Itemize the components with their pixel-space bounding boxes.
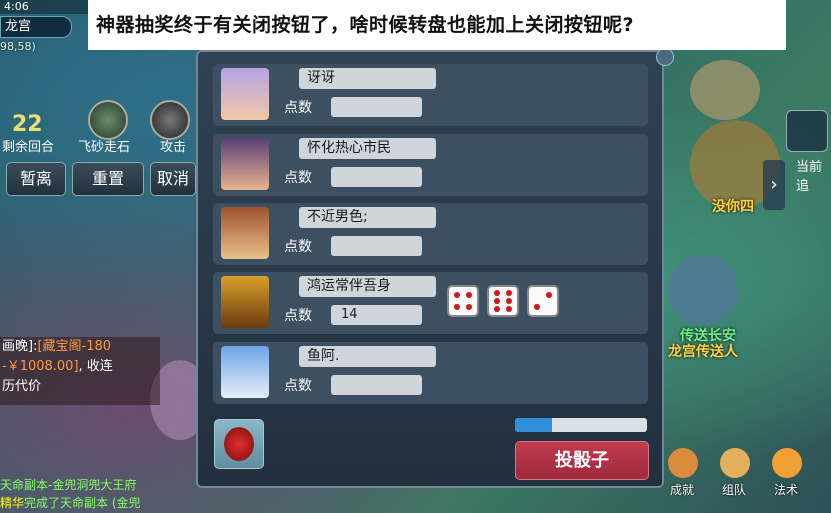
system-chat-line2: 完成了天命副本 (金兜: [24, 496, 141, 510]
die-pip: [453, 291, 460, 298]
score-value: [331, 236, 422, 256]
die-pip: [506, 298, 513, 304]
close-icon[interactable]: [656, 48, 674, 66]
skill-sandstorm-icon[interactable]: [88, 100, 128, 140]
score-label: 点数: [284, 170, 312, 186]
map-name-label: 龙宫: [5, 19, 32, 34]
attack-label: 攻击: [160, 140, 187, 155]
die-pip: [493, 290, 500, 297]
score-label: 点数: [284, 378, 312, 394]
coordinates: 98,58): [0, 40, 36, 53]
team-icon[interactable]: [720, 448, 750, 478]
die-pip: [493, 305, 500, 312]
player-avatar: [221, 346, 269, 398]
clock: 4:06: [4, 0, 29, 13]
die-pip: [506, 305, 513, 312]
spell-icon[interactable]: [772, 448, 802, 478]
player-row: 不近男色; 点数: [213, 203, 648, 265]
die-pip: [493, 298, 500, 304]
player-avatar: [221, 138, 269, 190]
achievement-icon[interactable]: [668, 448, 698, 478]
chat-item-link[interactable]: [藏宝阁-180: [37, 339, 111, 354]
map-name[interactable]: 龙宫: [0, 16, 72, 38]
team-label: 组队: [722, 483, 747, 497]
die-pip: [546, 291, 553, 298]
player-name: 不近男色;: [299, 207, 436, 228]
score-label: 点数: [284, 239, 312, 255]
current-quest-label: 当前追: [796, 160, 823, 194]
rounds-remaining-label: 剩余回合: [2, 140, 55, 155]
chat-message[interactable]: 画晚]:[藏宝阁-180 -￥1008.00], 收连 历代价: [0, 337, 160, 405]
die-pip: [466, 291, 473, 298]
score-label: 点数: [284, 100, 312, 116]
chat-text-line3: 历代价: [2, 379, 42, 394]
system-chat: 天命副本-金兜洞兜大王府 精华完成了天命副本 (金兜: [0, 476, 190, 512]
chat-price-link[interactable]: -￥1008.00]: [2, 359, 79, 374]
score-value: [331, 375, 422, 395]
cancel-button[interactable]: 取消: [150, 162, 196, 196]
die-2: [487, 285, 519, 317]
player-name: 鱼阿.: [299, 346, 436, 367]
progress-fill: [515, 418, 552, 432]
item-slot[interactable]: [214, 419, 264, 469]
character-sprite[interactable]: [690, 60, 760, 120]
spell-label: 法术: [774, 483, 799, 497]
player-row: 鸿运常伴吾身 点数 14: [213, 272, 648, 334]
afk-button[interactable]: 暂离: [6, 162, 66, 196]
system-chat-channel: 精华: [0, 496, 25, 510]
player-avatar: [221, 207, 269, 259]
die-pip: [506, 290, 513, 297]
player-avatar: [221, 276, 269, 328]
chat-text: , 收连: [78, 359, 113, 374]
roll-dice-button[interactable]: 投骰子: [515, 441, 649, 480]
achievement-label: 成就: [670, 483, 695, 497]
die-pip: [466, 304, 473, 311]
expand-arrow-icon[interactable]: ›: [763, 160, 785, 210]
player-row: 怀化热心市民 点数: [213, 134, 648, 196]
rounds-remaining-value: 22: [12, 112, 43, 137]
player-name: 鸿运常伴吾身: [299, 276, 436, 297]
skill-sandstorm-label: 飞砂走石: [78, 140, 131, 155]
player-row: 讶讶 点数: [213, 64, 648, 126]
score-value: [331, 97, 422, 117]
player-row: 鱼阿. 点数: [213, 342, 648, 404]
teleport-npc-sprite[interactable]: [668, 255, 738, 325]
caption-banner: 神器抽奖终于有关闭按钮了，啥时候转盘也能加上关闭按钮呢?: [88, 0, 786, 50]
die-pip: [453, 304, 460, 311]
reset-button[interactable]: 重置: [72, 162, 144, 196]
player-avatar: [221, 68, 269, 120]
player-name: 怀化热心市民: [299, 138, 436, 159]
die-1: [447, 285, 479, 317]
score-value: 14: [331, 305, 422, 325]
npc-name-1: 没你四: [712, 199, 754, 215]
die-3: [527, 285, 559, 317]
npc-name-2: 龙宫传送人: [668, 344, 738, 360]
die-pip: [533, 304, 540, 311]
status-bar: 4:06: [0, 0, 94, 14]
red-seal-icon: [224, 427, 254, 461]
score-label: 点数: [284, 308, 312, 324]
dice-game-panel: 讶讶 点数 怀化热心市民 点数 不近男色; 点数 鸿运常伴吾身 点数 14 鱼阿…: [196, 48, 674, 488]
player-name: 讶讶: [299, 68, 436, 89]
chat-channel: 画晚]:: [2, 339, 38, 354]
timer-icon[interactable]: [786, 110, 828, 152]
attack-sword-icon[interactable]: [150, 100, 190, 140]
score-value: [331, 167, 422, 187]
system-chat-line1: 天命副本-金兜洞兜大王府: [0, 478, 137, 492]
roll-progress-bar: [515, 418, 647, 432]
